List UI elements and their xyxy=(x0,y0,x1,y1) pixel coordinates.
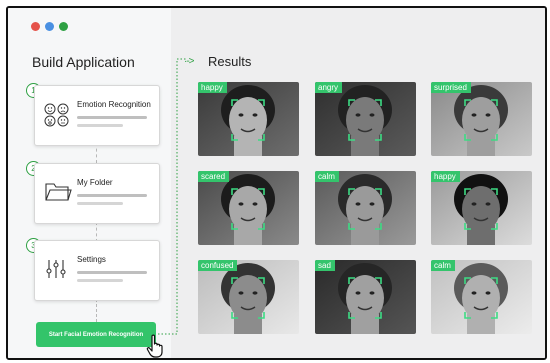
step-label: My Folder xyxy=(77,178,113,187)
face-photo xyxy=(315,82,416,156)
result-tile[interactable]: surprised xyxy=(431,82,532,156)
step-card-settings[interactable]: Settings xyxy=(34,240,160,301)
face-photo xyxy=(315,171,416,245)
emotion-label: happy xyxy=(198,82,227,93)
minimize-dot[interactable] xyxy=(45,22,54,31)
face-photo xyxy=(198,260,299,334)
result-tile[interactable]: confused xyxy=(198,260,299,334)
result-tile[interactable]: angry xyxy=(315,82,416,156)
result-tile[interactable]: scared xyxy=(198,171,299,245)
step-label: Settings xyxy=(77,255,106,264)
placeholder-line xyxy=(77,124,123,127)
window-controls xyxy=(31,22,68,31)
steps-connector xyxy=(96,143,97,163)
emotion-label: angry xyxy=(315,82,343,93)
step-card-my-folder[interactable]: My Folder xyxy=(34,163,160,224)
steps-connector xyxy=(96,222,97,242)
result-tile[interactable]: sad xyxy=(315,260,416,334)
page-title: Build Application xyxy=(32,54,135,70)
maximize-dot[interactable] xyxy=(59,22,68,31)
face-photo xyxy=(431,171,532,245)
result-tile[interactable]: happy xyxy=(198,82,299,156)
results-title: Results xyxy=(208,54,252,69)
results-heading: ·-> Results xyxy=(184,54,252,69)
emotion-label: happy xyxy=(431,171,460,182)
placeholder-line xyxy=(77,202,123,205)
face-photo xyxy=(315,260,416,334)
placeholder-line xyxy=(77,271,147,274)
emotion-label: calm xyxy=(431,260,455,271)
folder-icon xyxy=(45,183,72,201)
emotion-label: calm xyxy=(315,171,339,182)
placeholder-line xyxy=(77,194,147,197)
emotion-label: scared xyxy=(198,171,230,182)
result-tile[interactable]: calm xyxy=(431,260,532,334)
app-window: Build Application 1 Emotion Recognit xyxy=(6,6,547,360)
result-tile[interactable]: happy xyxy=(431,171,532,245)
hand-pointer-icon xyxy=(146,334,163,358)
arrow-right-icon: ·-> xyxy=(184,56,194,67)
face-photo xyxy=(198,82,299,156)
steps-connector xyxy=(96,299,97,322)
sidebar: Build Application 1 Emotion Recognit xyxy=(8,8,171,358)
result-tile[interactable]: calm xyxy=(315,171,416,245)
close-dot[interactable] xyxy=(31,22,40,31)
placeholder-line xyxy=(77,116,147,119)
step-label: Emotion Recognition xyxy=(77,100,151,109)
face-photo xyxy=(198,171,299,245)
emotion-label: surprised xyxy=(431,82,471,93)
step-card-emotion-recognition[interactable]: Emotion Recognition xyxy=(34,85,160,146)
placeholder-line xyxy=(77,279,123,282)
emotion-label: confused xyxy=(198,260,238,271)
sliders-icon xyxy=(46,260,66,278)
emotion-faces-icon xyxy=(44,103,69,127)
face-photo xyxy=(431,82,532,156)
start-recognition-button[interactable]: Start Facial Emotion Recognition xyxy=(36,322,156,347)
face-photo xyxy=(431,260,532,334)
emotion-label: sad xyxy=(315,260,335,271)
